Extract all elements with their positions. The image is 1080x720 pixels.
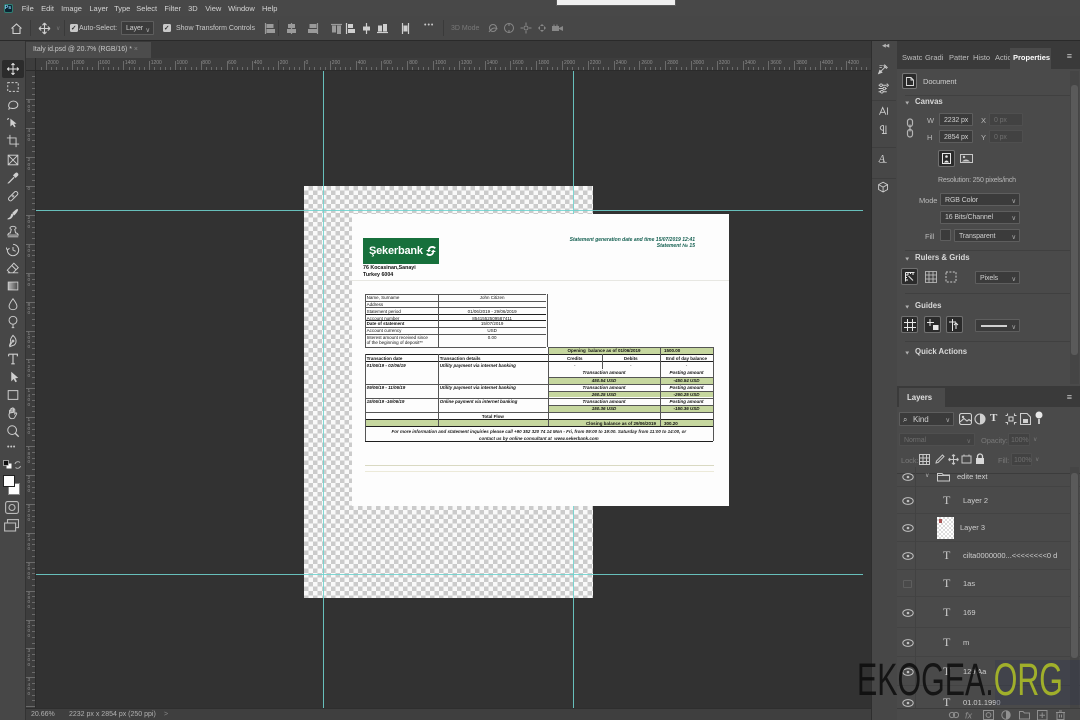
svg-text:A: A	[878, 153, 886, 164]
svg-text:fx: fx	[965, 711, 973, 720]
